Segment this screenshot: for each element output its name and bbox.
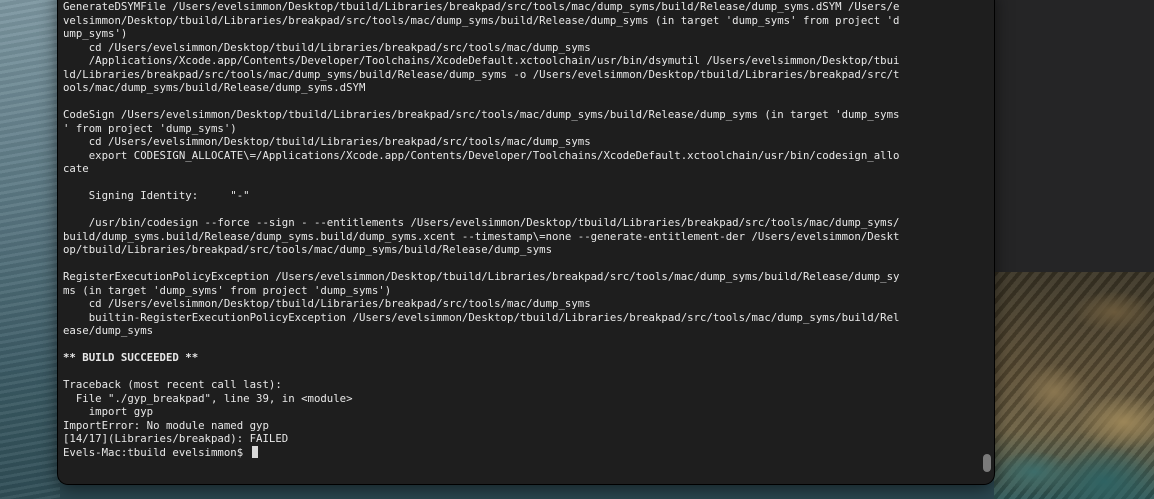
wallpaper-left-strip bbox=[0, 0, 60, 499]
terminal-line: RegisterExecutionPolicyException /Users/… bbox=[63, 270, 900, 283]
terminal-line: cd /Users/evelsimmon/Desktop/tbuild/Libr… bbox=[63, 135, 591, 148]
terminal-line: ease/dump_syms bbox=[63, 324, 154, 337]
terminal-line: ump_syms') bbox=[63, 27, 128, 40]
terminal-line: Signing Identity: "-" bbox=[63, 189, 250, 202]
terminal-line: ImportError: No module named gyp bbox=[63, 418, 269, 432]
terminal-line: export CODESIGN_ALLOCATE\=/Applications/… bbox=[63, 148, 900, 162]
terminal-line: [14/17](Libraries/breakpad): FAILED bbox=[63, 432, 289, 445]
terminal-line: ld/Libraries/breakpad/src/tools/mac/dump… bbox=[63, 67, 900, 81]
terminal-line: velsimmon/Desktop/tbuild/Libraries/break… bbox=[63, 13, 900, 27]
terminal-line: CodeSign /Users/evelsimmon/Desktop/tbuil… bbox=[63, 108, 900, 121]
background-window-edge bbox=[994, 0, 1154, 272]
terminal-line: ools/mac/dump_syms/build/Release/dump_sy… bbox=[63, 81, 366, 94]
terminal-line: ms (in target 'dump_syms' from project '… bbox=[63, 283, 392, 297]
terminal-line: ' from project 'dump_syms') bbox=[63, 121, 237, 135]
terminal-line: cate bbox=[63, 162, 89, 175]
text-cursor bbox=[251, 445, 258, 458]
wallpaper-right-strip bbox=[994, 272, 1154, 499]
terminal-line: op/tbuild/Libraries/breakpad/src/tools/m… bbox=[63, 243, 553, 256]
terminal-line: GenerateDSYMFile /Users/evelsimmon/Deskt… bbox=[63, 0, 900, 13]
terminal-line: cd /Users/evelsimmon/Desktop/tbuild/Libr… bbox=[63, 297, 591, 310]
terminal-line: import gyp bbox=[63, 405, 154, 418]
terminal-output[interactable]: GenerateDSYMFile /Users/evelsimmon/Deskt… bbox=[63, 0, 975, 459]
terminal-line: File "./gyp_breakpad", line 39, in <modu… bbox=[63, 391, 353, 405]
terminal-window[interactable]: GenerateDSYMFile /Users/evelsimmon/Deskt… bbox=[58, 0, 994, 484]
scrollbar-thumb[interactable] bbox=[983, 454, 991, 472]
shell-prompt: Evels-Mac:tbuild evelsimmon$ bbox=[63, 445, 250, 459]
terminal-scrollbar[interactable] bbox=[982, 0, 991, 482]
terminal-line: /Applications/Xcode.app/Contents/Develop… bbox=[63, 54, 900, 67]
terminal-line: Traceback (most recent call last): bbox=[63, 378, 282, 391]
build-status-line: ** BUILD SUCCEEDED ** bbox=[63, 351, 199, 364]
terminal-line: cd /Users/evelsimmon/Desktop/tbuild/Libr… bbox=[63, 40, 591, 54]
terminal-line: /usr/bin/codesign --force --sign - --ent… bbox=[63, 216, 900, 229]
desktop-wallpaper: GenerateDSYMFile /Users/evelsimmon/Deskt… bbox=[0, 0, 1154, 499]
prompt-line[interactable]: Evels-Mac:tbuild evelsimmon$ bbox=[63, 445, 975, 460]
terminal-line: build/dump_syms.build/Release/dump_syms.… bbox=[63, 229, 900, 243]
terminal-line: builtin-RegisterExecutionPolicyException… bbox=[63, 310, 900, 324]
